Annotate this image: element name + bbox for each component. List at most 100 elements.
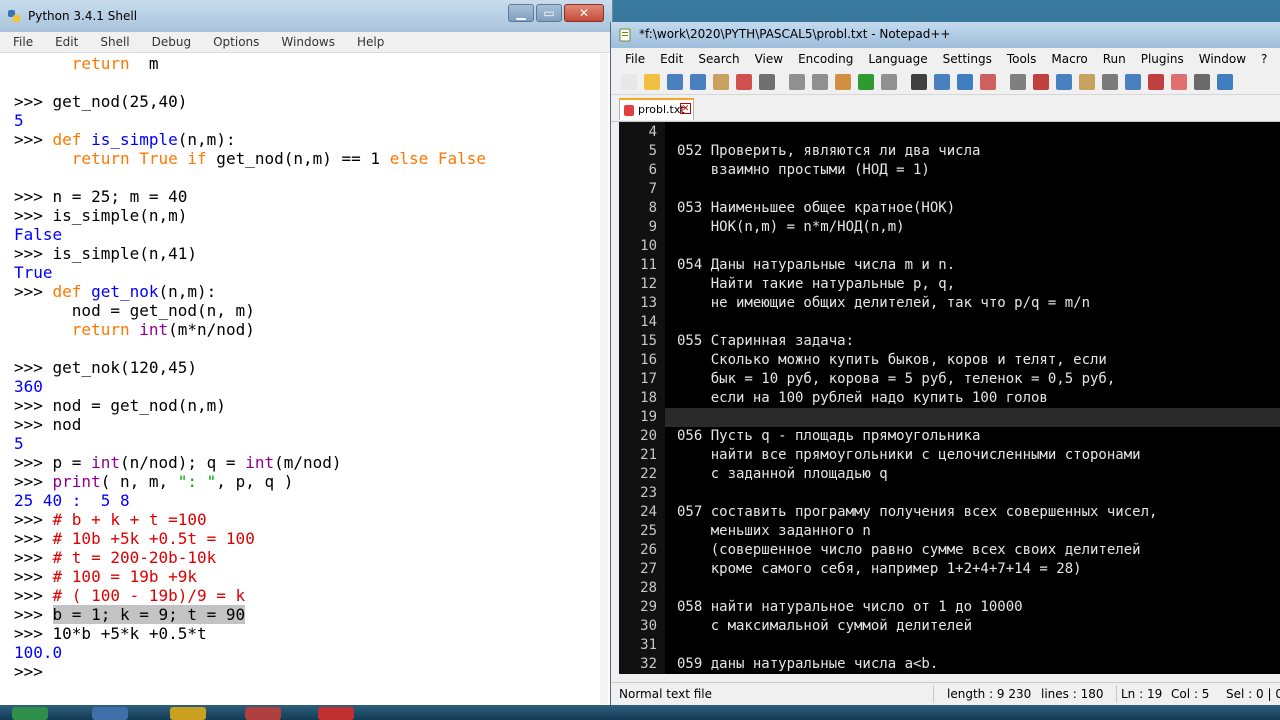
taskbar-app-icon[interactable] xyxy=(170,707,206,720)
line-number: 10 xyxy=(640,238,657,254)
notepad-menu-search[interactable]: Search xyxy=(690,48,746,70)
notepad-window[interactable]: *f:\work\2020\PYTH\PASCAL5\probl.txt - N… xyxy=(610,22,1280,706)
shell-token: get_nok(120,45) xyxy=(52,358,198,377)
copy-icon[interactable] xyxy=(812,74,828,90)
redo-icon[interactable] xyxy=(881,74,897,90)
shell-line: >>> p = int(n/nod); q = int(m/nod) xyxy=(14,453,342,472)
shell-line: return m xyxy=(14,54,159,73)
shell-token: get_nod(n,m) == 1 xyxy=(206,149,390,168)
tab-probl-txt[interactable]: probl.txt ✕ xyxy=(619,98,694,120)
python-shell-window[interactable]: Python 3.4.1 Shell ▁ ▭ ✕ File Edit Shell De… xyxy=(0,0,613,705)
notepad-menu-file[interactable]: File xyxy=(611,48,652,70)
show-all-chars-icon[interactable] xyxy=(1079,74,1095,90)
shell-token: >>> xyxy=(14,415,53,434)
python-menu-help[interactable]: Help xyxy=(344,32,393,52)
shell-token: if xyxy=(187,149,207,168)
notepad-menu-settings[interactable]: Settings xyxy=(935,48,999,70)
line-number: 16 xyxy=(640,352,657,368)
minimize-button[interactable]: ▁ xyxy=(508,4,534,22)
shell-token: is_simple(n,m) xyxy=(52,206,188,225)
sync-vertical-icon[interactable] xyxy=(1010,74,1026,90)
find-icon[interactable] xyxy=(911,74,927,90)
notepad-menu-language[interactable]: Language xyxy=(860,48,934,70)
python-menu-shell[interactable]: Shell xyxy=(87,32,138,52)
shell-token: >>> xyxy=(14,567,53,586)
undo-icon[interactable] xyxy=(858,74,874,90)
close-all-icon[interactable] xyxy=(736,74,752,90)
shell-token xyxy=(428,149,438,168)
shell-line: >>> get_nod(25,40) xyxy=(14,92,187,111)
shell-token: return xyxy=(71,149,130,168)
notepad-editor[interactable]: 4 5 052 Проверить, являются ли два числа 6 … xyxy=(619,122,1280,674)
shell-token: >>> xyxy=(14,244,53,263)
sync-horizontal-icon[interactable] xyxy=(1033,74,1049,90)
modified-file-icon xyxy=(624,105,634,116)
zoom-in-icon[interactable] xyxy=(957,74,973,90)
python-menu-options[interactable]: Options xyxy=(200,32,268,52)
print-icon[interactable] xyxy=(759,74,775,90)
notepad-menu-encoding[interactable]: Encoding xyxy=(790,48,860,70)
notepad-menu-edit[interactable]: Edit xyxy=(652,48,690,70)
indent-guide-icon[interactable] xyxy=(1102,74,1118,90)
maximize-button[interactable]: ▭ xyxy=(536,4,562,22)
shell-token: (n,m): xyxy=(177,130,236,149)
open-file-icon[interactable] xyxy=(644,74,660,90)
code-line: найти все прямоугольники с целочисленным… xyxy=(677,447,1141,463)
tab-label: probl.txt xyxy=(638,103,685,116)
record-macro-icon[interactable] xyxy=(1217,74,1233,90)
notepad-menu-view[interactable]: View xyxy=(747,48,790,70)
shell-token: 5 xyxy=(14,434,24,453)
word-wrap-icon[interactable] xyxy=(1056,74,1072,90)
shell-token: >>> xyxy=(14,130,53,149)
code-line: (совершенное число равно сумме всех свои… xyxy=(677,542,1141,558)
shell-token: >>> xyxy=(14,358,53,377)
shell-token: def xyxy=(52,282,82,301)
monitor-icon[interactable] xyxy=(1194,74,1210,90)
save-all-icon[interactable] xyxy=(690,74,706,90)
taskbar-app-icon[interactable] xyxy=(92,707,128,720)
notepad-menu-window[interactable]: Window xyxy=(1191,48,1253,70)
folder-as-workspace-icon[interactable] xyxy=(1171,74,1187,90)
code-line: 059 даны натуральные числа a<b. xyxy=(677,656,939,672)
notepad-menu-macro[interactable]: Macro xyxy=(1043,48,1094,70)
function-list-icon[interactable] xyxy=(1148,74,1164,90)
python-shell-output[interactable]: return m >>> get_nod(25,40) 5 >>> def is_si… xyxy=(0,54,608,704)
save-icon[interactable] xyxy=(667,74,683,90)
status-file-type: Normal text file xyxy=(619,687,713,701)
close-file-icon[interactable] xyxy=(713,74,729,90)
doc-map-icon[interactable] xyxy=(1125,74,1141,90)
line-number: 21 xyxy=(640,447,657,463)
notepad-menu-run[interactable]: Run xyxy=(1095,48,1133,70)
python-menu-debug[interactable]: Debug xyxy=(139,32,200,52)
zoom-out-icon[interactable] xyxy=(980,74,996,90)
shell-token: False xyxy=(14,225,63,244)
close-button[interactable]: ✕ xyxy=(564,4,604,22)
close-icon[interactable]: ✕ xyxy=(680,103,691,114)
shell-token: >>> xyxy=(14,529,53,548)
shell-line: >>> nod xyxy=(14,415,81,434)
shell-token: return xyxy=(71,54,130,73)
python-menu-edit[interactable]: Edit xyxy=(42,32,87,52)
notepad-menu-help[interactable]: ? xyxy=(1253,48,1274,70)
shell-token: p = xyxy=(52,453,92,472)
cut-icon[interactable] xyxy=(789,74,805,90)
taskbar-app-icon[interactable] xyxy=(318,707,354,720)
notepad-menu-tools[interactable]: Tools xyxy=(999,48,1044,70)
shell-line: False xyxy=(14,225,62,244)
python-menu-windows[interactable]: Windows xyxy=(268,32,344,52)
status-sel: Sel : 0 | 0 xyxy=(1226,687,1280,701)
replace-icon[interactable] xyxy=(934,74,950,90)
notepad-titlebar[interactable]: *f:\work\2020\PYTH\PASCAL5\probl.txt - N… xyxy=(611,22,1280,48)
notepad-menu-plugins[interactable]: Plugins xyxy=(1133,48,1191,70)
shell-token: # b + k + t =100 xyxy=(52,510,207,529)
python-menu-file[interactable]: File xyxy=(0,32,42,52)
python-scrollbar[interactable] xyxy=(600,54,608,704)
shell-token: >>> xyxy=(14,396,53,415)
taskbar-app-icon[interactable] xyxy=(12,707,48,720)
shell-token: >>> xyxy=(14,472,53,491)
new-file-icon[interactable] xyxy=(621,74,637,90)
taskbar-app-icon[interactable] xyxy=(245,707,281,720)
paste-icon[interactable] xyxy=(835,74,851,90)
shell-line: 100.0 xyxy=(14,643,62,662)
python-shell-titlebar[interactable]: Python 3.4.1 Shell ▁ ▭ ✕ xyxy=(0,0,612,32)
